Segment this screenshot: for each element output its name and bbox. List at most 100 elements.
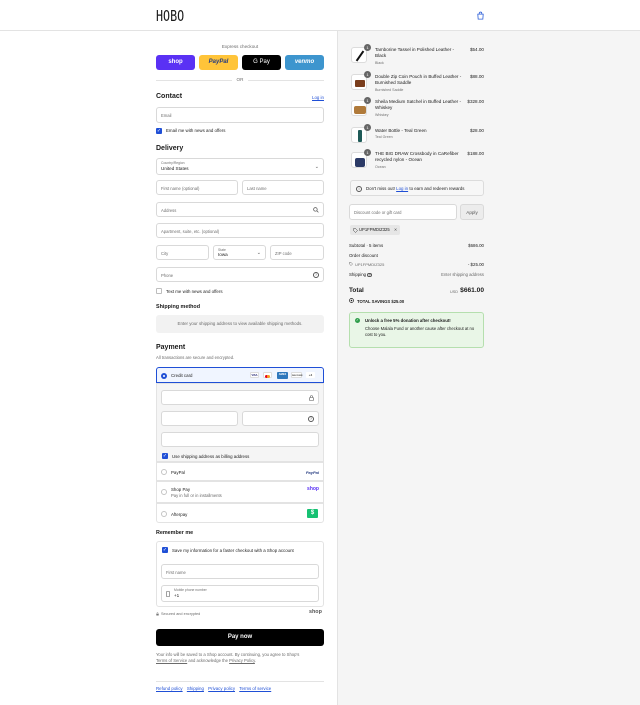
apply-discount-button[interactable]: Apply — [460, 204, 484, 220]
shop-pay-express-button[interactable]: shop — [156, 55, 195, 70]
email-field[interactable]: Email — [156, 107, 324, 123]
total-label: Total — [349, 287, 364, 294]
card-number-field[interactable] — [161, 390, 319, 405]
help-icon[interactable]: ? — [367, 272, 372, 278]
state-value: Iowa — [218, 252, 228, 257]
quantity-badge: 1 — [364, 71, 371, 78]
afterpay-radio[interactable] — [161, 511, 167, 517]
paypal-option[interactable]: PayPal PayPal — [156, 462, 324, 481]
quantity-badge: 1 — [364, 149, 371, 156]
paypal-radio[interactable] — [161, 469, 167, 475]
discount-tag-code: UP1FPMDIZ325 — [359, 227, 390, 232]
shop-logo: shop — [309, 609, 322, 615]
shipping-value: Enter shipping address — [441, 272, 484, 277]
country-label: Country/Region — [161, 161, 185, 165]
use-shipping-checkbox[interactable]: ✓ — [162, 453, 168, 459]
save-info-checkbox[interactable]: ✓ — [162, 547, 168, 553]
credit-card-option[interactable]: Credit card VISA AMEX DISCOVER +4 — [156, 367, 324, 383]
mobile-phone-icon — [166, 591, 170, 597]
last-name-field[interactable]: Last name — [242, 180, 324, 195]
legal-text: Your info will be saved to a Shop accoun… — [156, 652, 324, 664]
item-variant: Ocean — [375, 164, 386, 169]
expiration-date-field[interactable] — [161, 411, 238, 426]
text-me-checkbox[interactable] — [156, 288, 162, 294]
name-on-card-field[interactable] — [161, 432, 319, 447]
item-name: Water Bottle - Teal Green Teal Green — [375, 128, 463, 141]
payment-heading: Payment — [156, 344, 186, 351]
discount-code-field[interactable]: Discount code or gift card — [349, 204, 457, 220]
shopping-bag-icon[interactable] — [476, 11, 485, 20]
credit-card-radio[interactable] — [161, 372, 167, 379]
shop-pay-option[interactable]: Shop Pay Pay in full or in installments … — [156, 481, 324, 503]
rewards-login-link[interactable]: Log in — [396, 186, 408, 191]
privacy-policy-footer-link[interactable]: Privacy policy — [208, 686, 235, 691]
rewards-text: Don't miss out! Log in to earn and redee… — [366, 186, 465, 191]
address-field[interactable]: Address — [156, 202, 324, 217]
shipping-method-message: Enter your shipping address to view avai… — [156, 315, 324, 333]
remove-discount-icon[interactable]: ✕ — [394, 227, 398, 232]
help-icon[interactable]: ? — [308, 416, 314, 422]
zip-field[interactable]: ZIP code — [270, 245, 324, 260]
search-icon — [313, 207, 319, 213]
city-placeholder: City — [161, 251, 169, 256]
shipping-link[interactable]: Shipping — [187, 686, 204, 691]
paypal-label: PayPal — [171, 469, 185, 475]
item-name: THE BIG DRAW Crossbody in CaRefiber recy… — [375, 151, 463, 170]
item-price: $54.00 — [469, 47, 484, 52]
apartment-placeholder: Apartment, suite, etc. (optional) — [161, 229, 220, 234]
savings-icon — [349, 298, 354, 303]
shop-first-name-field[interactable]: First name — [161, 564, 319, 579]
more-cards-badge: +4 — [306, 372, 315, 378]
paypal-logo: PayPal — [305, 469, 319, 475]
news-label: Email me with news and offers — [166, 128, 226, 133]
venmo-express-button[interactable]: venmo — [285, 55, 324, 70]
item-price: $328.00 — [467, 99, 484, 104]
zip-placeholder: ZIP code — [275, 251, 292, 256]
total-savings: TOTAL SAVINGS $25.00 — [357, 298, 405, 304]
info-icon: i — [356, 185, 362, 192]
chevron-down-icon: ⌄ — [314, 164, 319, 170]
login-link[interactable]: Log in — [312, 95, 324, 100]
subtotal-value: $686.00 — [468, 243, 484, 248]
security-code-field[interactable]: ? — [242, 411, 319, 426]
state-select[interactable]: State Iowa ⌄ — [213, 245, 266, 260]
check-circle-icon: ✓ — [355, 318, 360, 323]
address-placeholder: Address — [161, 208, 177, 213]
phone-field[interactable]: Phone ? — [156, 267, 324, 282]
pay-now-button[interactable]: Pay now — [156, 629, 324, 646]
news-checkbox[interactable]: ✓ — [156, 128, 162, 134]
currency-code: USD — [450, 290, 459, 294]
remember-me-box: ✓ Save my information for a faster check… — [156, 541, 324, 607]
tag-icon — [353, 227, 358, 233]
city-field[interactable]: City — [156, 245, 209, 260]
pouch-image — [355, 80, 365, 87]
discover-icon: DISCOVER — [291, 372, 302, 378]
refund-policy-link[interactable]: Refund policy — [156, 686, 183, 691]
brand-logo[interactable]: HOBO — [156, 7, 184, 25]
amex-icon: AMEX — [277, 371, 288, 379]
chevron-down-icon: ⌄ — [256, 250, 261, 256]
mobile-phone-field[interactable]: Mobile phone number +1 — [161, 585, 319, 602]
privacy-policy-link[interactable]: Privacy Policy — [229, 658, 255, 663]
terms-of-service-footer-link[interactable]: Terms of service — [239, 686, 271, 691]
legal-and: and acknowledge the — [188, 658, 228, 663]
country-select[interactable]: Country/Region United States ⌄ — [156, 158, 324, 175]
shop-pay-label: Shop Pay — [171, 487, 191, 492]
apartment-field[interactable]: Apartment, suite, etc. (optional) — [156, 223, 324, 238]
shop-pay-radio[interactable] — [161, 489, 167, 495]
visa-icon: VISA — [250, 372, 259, 378]
afterpay-option[interactable]: Afterpay $ — [156, 503, 324, 523]
item-price: $88.00 — [469, 74, 484, 79]
google-pay-express-button[interactable]: G Pay — [242, 55, 281, 70]
quantity-badge: 1 — [364, 97, 371, 104]
paypal-express-button[interactable]: PayPal — [199, 55, 238, 70]
order-discount-value: - $25.00 — [467, 262, 484, 267]
help-icon[interactable]: ? — [313, 272, 319, 278]
item-price: $188.00 — [467, 151, 484, 156]
legal-end: . — [254, 658, 257, 663]
divider — [156, 80, 232, 81]
terms-of-service-link[interactable]: Terms of Service — [156, 658, 187, 663]
item-variant: Teal Green — [375, 135, 393, 140]
payment-subtitle: All transactions are secure and encrypte… — [156, 355, 235, 360]
first-name-field[interactable]: First name (optional) — [156, 180, 238, 195]
